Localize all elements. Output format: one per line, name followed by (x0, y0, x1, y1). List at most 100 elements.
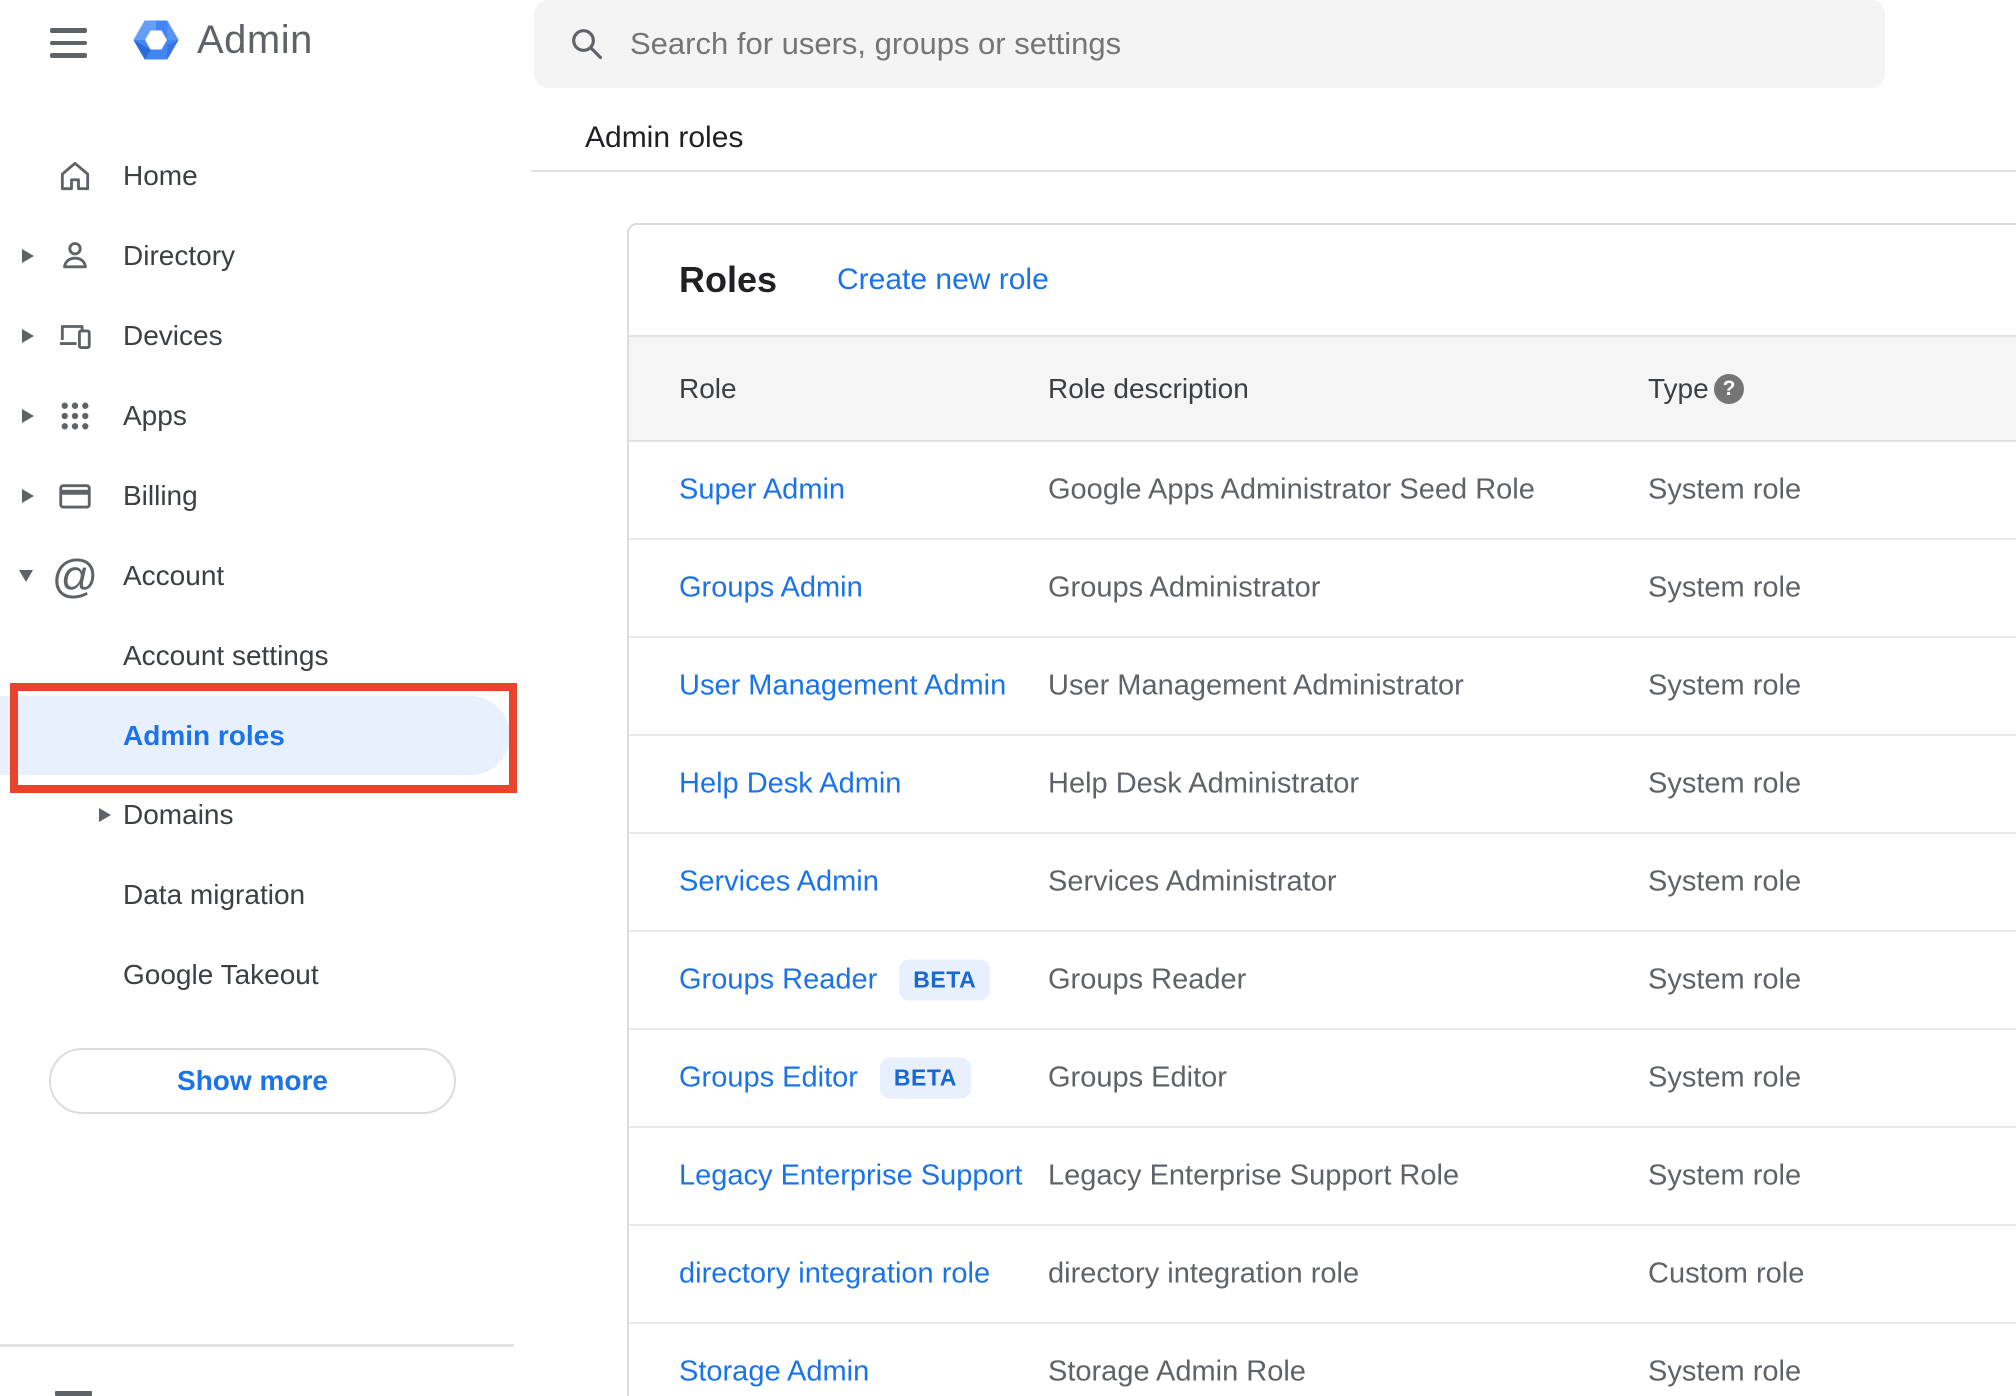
sidebar-item-label: Account (123, 560, 225, 591)
role-link[interactable]: Groups Reader (679, 964, 877, 997)
google-admin-console: Admin Home Directory Devices Apps Billin… (0, 0, 2016, 1396)
admin-logo: Admin (127, 14, 313, 66)
sidebar-divider (0, 1344, 514, 1347)
role-link[interactable]: User Management Admin (679, 670, 1006, 703)
search-icon (572, 29, 603, 60)
sidebar: Admin Home Directory Devices Apps Billin… (0, 0, 531, 1396)
sidebar-item-label: Data migration (123, 879, 306, 910)
sidebar-item-directory[interactable]: Directory (0, 216, 531, 296)
role-type: System role (1648, 963, 1802, 996)
sidebar-item-data-migration[interactable]: Data migration (0, 855, 531, 935)
sidebar-bottom-partial-icon (55, 1391, 92, 1396)
help-icon[interactable]: ? (1714, 373, 1744, 404)
role-type: System role (1648, 571, 1802, 604)
role-description: Google Apps Administrator Seed Role (1048, 473, 1535, 506)
beta-badge: BETA (899, 959, 991, 1001)
sidebar-item-domains[interactable]: Domains (0, 775, 531, 855)
table-row: Groups Admin Groups Administrator System… (629, 540, 2016, 638)
role-description: directory integration role (1048, 1257, 1360, 1290)
admin-logo-icon (133, 20, 179, 60)
sidebar-item-label: Google Takeout (123, 959, 319, 990)
table-row: Groups Reader BETA Groups Reader System … (629, 932, 2016, 1030)
role-link[interactable]: Storage Admin (679, 1356, 869, 1389)
home-icon (56, 157, 94, 195)
sidebar-item-label: Directory (123, 240, 236, 271)
apps-grid-icon (56, 397, 94, 435)
sidebar-item-account[interactable]: @ Account (0, 536, 531, 616)
sidebar-item-label: Devices (123, 320, 223, 351)
sidebar-item-label: Domains (123, 799, 234, 830)
chevron-right-icon[interactable] (22, 409, 34, 423)
beta-badge: BETA (879, 1057, 971, 1099)
at-sign-icon: @ (51, 550, 99, 602)
create-new-role-link[interactable]: Create new role (837, 263, 1049, 297)
chevron-right-icon[interactable] (99, 808, 111, 822)
roles-title: Roles (679, 259, 778, 300)
chevron-right-icon[interactable] (22, 489, 34, 503)
chevron-down-icon[interactable] (19, 570, 33, 582)
sidebar-item-label: Home (123, 160, 198, 191)
role-type: System role (1648, 767, 1802, 800)
role-type: System role (1648, 1061, 1802, 1094)
chevron-right-icon[interactable] (22, 329, 34, 343)
column-header-description: Role description (1048, 372, 1249, 404)
sidebar-nav: Home Directory Devices Apps Billing @ Ac… (0, 136, 531, 1015)
table-header-row: Role Role description Type ? (629, 335, 2016, 442)
app-title: Admin (197, 17, 313, 62)
role-type: System role (1648, 1355, 1802, 1388)
role-link[interactable]: Help Desk Admin (679, 768, 901, 801)
role-type: System role (1648, 473, 1802, 506)
header-divider (531, 170, 2016, 172)
role-description: Storage Admin Role (1048, 1355, 1306, 1388)
roles-card: Roles Create new role Role Role descript… (627, 223, 2016, 1396)
sidebar-item-devices[interactable]: Devices (0, 296, 531, 376)
sidebar-item-apps[interactable]: Apps (0, 376, 531, 456)
role-link[interactable]: Services Admin (679, 866, 879, 899)
table-row: Services Admin Services Administrator Sy… (629, 834, 2016, 932)
role-description: Groups Reader (1048, 963, 1247, 996)
sidebar-item-label: Admin roles (123, 719, 285, 751)
role-description: Help Desk Administrator (1048, 767, 1360, 800)
person-icon (56, 237, 94, 275)
devices-icon (56, 317, 94, 355)
role-link[interactable]: Super Admin (679, 474, 845, 507)
sidebar-item-google-takeout[interactable]: Google Takeout (0, 935, 531, 1015)
sidebar-item-home[interactable]: Home (0, 136, 531, 216)
column-header-type: Type (1648, 372, 1709, 404)
table-row: Legacy Enterprise Support Legacy Enterpr… (629, 1128, 2016, 1226)
sidebar-item-admin-roles[interactable]: Admin roles (0, 696, 510, 775)
sidebar-item-label: Account settings (123, 640, 329, 671)
role-type: System role (1648, 669, 1802, 702)
role-description: Services Administrator (1048, 865, 1337, 898)
table-row: User Management Admin User Management Ad… (629, 638, 2016, 736)
roles-card-header: Roles Create new role (629, 225, 2016, 335)
table-row: Storage Admin Storage Admin Role System … (629, 1324, 2016, 1396)
table-row: Groups Editor BETA Groups Editor System … (629, 1030, 2016, 1128)
role-link[interactable]: Legacy Enterprise Support (679, 1160, 1022, 1193)
role-link[interactable]: Groups Editor (679, 1062, 858, 1095)
table-row: Super Admin Google Apps Administrator Se… (629, 442, 2016, 540)
role-link[interactable]: Groups Admin (679, 572, 863, 605)
sidebar-item-account-settings[interactable]: Account settings (0, 616, 531, 696)
role-type: System role (1648, 1159, 1802, 1192)
role-description: User Management Administrator (1048, 669, 1464, 702)
search-input[interactable] (630, 0, 1830, 88)
show-more-button[interactable]: Show more (49, 1048, 456, 1114)
role-link[interactable]: directory integration role (679, 1258, 990, 1291)
role-description: Groups Administrator (1048, 571, 1321, 604)
role-type: System role (1648, 865, 1802, 898)
chevron-right-icon[interactable] (22, 249, 34, 263)
breadcrumb: Admin roles (585, 121, 744, 154)
sidebar-item-label: Apps (123, 400, 187, 431)
search-bar (534, 0, 1885, 88)
column-header-role: Role (679, 372, 737, 404)
table-row: directory integration role directory int… (629, 1226, 2016, 1324)
sidebar-item-billing[interactable]: Billing (0, 456, 531, 536)
menu-icon[interactable] (50, 28, 88, 58)
credit-card-icon (56, 477, 94, 515)
role-description: Groups Editor (1048, 1061, 1227, 1094)
table-row: Help Desk Admin Help Desk Administrator … (629, 736, 2016, 834)
role-description: Legacy Enterprise Support Role (1048, 1159, 1460, 1192)
role-type: Custom role (1648, 1257, 1805, 1290)
sidebar-item-label: Billing (123, 480, 198, 511)
